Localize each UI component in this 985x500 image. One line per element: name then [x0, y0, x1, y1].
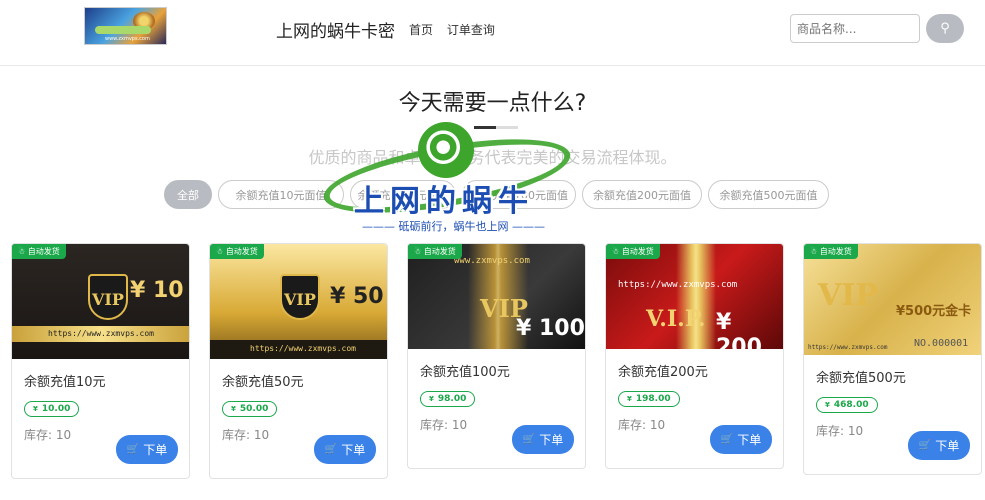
- card-face-value: ¥ 10: [130, 278, 184, 303]
- product-name[interactable]: 余额充值200元: [618, 361, 771, 380]
- cart-icon: 🛒: [720, 434, 734, 445]
- filter-chip-200[interactable]: 余额充值200元面值: [582, 180, 702, 209]
- brand-watermark: 上网的蜗牛 ——— 砥砺前行，蜗牛也上网 ———: [318, 118, 578, 236]
- product-image[interactable]: ☃ 自动发货 https://www.zxmvps.com V.I.P. ¥ 2…: [606, 244, 783, 349]
- order-button[interactable]: 🛒 下单: [116, 435, 178, 464]
- snail-body-icon: [95, 26, 151, 34]
- product-info: 余额充值200元 ¥198.00 库存: 10 🛒 下单: [606, 349, 783, 454]
- filter-chip-all[interactable]: 全部: [164, 180, 212, 209]
- card-vip-text: VIP: [818, 278, 878, 313]
- auto-delivery-badge: ☃ 自动发货: [804, 244, 858, 259]
- product-card[interactable]: ☃ 自动发货 www.zxmvps.com VIP ¥ 100 余额充值100元…: [407, 243, 586, 469]
- product-name[interactable]: 余额充值500元: [816, 367, 969, 386]
- filter-chip-500[interactable]: 余额充值500元面值: [708, 180, 829, 209]
- product-search-input[interactable]: [790, 14, 920, 43]
- price-badge: ¥10.00: [24, 401, 80, 417]
- price-badge: ¥50.00: [222, 401, 278, 417]
- card-vip-text: VIP: [284, 290, 316, 309]
- filter-chip-100[interactable]: 余额充值100元面值: [462, 180, 576, 209]
- product-image[interactable]: ☃ 自动发货 VIP ¥ 10 https://www.zxmvps.com: [12, 244, 189, 359]
- auto-delivery-badge: ☃ 自动发货: [210, 244, 264, 259]
- nav-home-link[interactable]: 首页: [409, 23, 433, 37]
- cart-icon: 🛒: [522, 434, 536, 445]
- order-button[interactable]: 🛒 下单: [710, 425, 772, 454]
- product-name[interactable]: 余额充值100元: [420, 361, 573, 380]
- card-face-value: ¥ 200: [716, 310, 762, 349]
- order-button[interactable]: 🛒 下单: [908, 431, 970, 460]
- auto-delivery-badge: ☃ 自动发货: [12, 244, 66, 259]
- order-button[interactable]: 🛒 下单: [314, 435, 376, 464]
- card-face-value: ¥500元金卡: [896, 304, 972, 319]
- product-info: 余额充值10元 ¥10.00 库存: 10 🛒 下单: [12, 359, 189, 464]
- filter-chip-10[interactable]: 余额充值10元面值: [218, 180, 344, 209]
- cart-icon: 🛒: [324, 444, 338, 455]
- hero-title: 今天需要一点什么?: [398, 91, 587, 116]
- card-url-text: www.zxmvps.com: [454, 256, 530, 266]
- cart-icon: 🛒: [126, 444, 140, 455]
- logo-url-text: www.zxmvps.com: [105, 36, 150, 42]
- product-name[interactable]: 余额充值10元: [24, 371, 177, 390]
- order-button[interactable]: 🛒 下单: [512, 425, 574, 454]
- price-badge: ¥198.00: [618, 391, 680, 407]
- filter-chip-50[interactable]: 余额充值50元面值: [350, 180, 456, 209]
- product-info: 余额充值100元 ¥98.00 库存: 10 🛒 下单: [408, 349, 585, 454]
- nav-order-query-link[interactable]: 订单查询: [447, 23, 495, 37]
- main-nav: 首页 订单查询: [409, 21, 505, 38]
- card-face-value: ¥ 100: [516, 316, 585, 341]
- watermark-slogan: ——— 砥砺前行，蜗牛也上网 ———: [362, 220, 545, 233]
- product-image[interactable]: ☃ 自动发货 VIP ¥500元金卡 https://www.zxmvps.co…: [804, 244, 981, 355]
- product-card[interactable]: ☃ 自动发货 https://www.zxmvps.com V.I.P. ¥ 2…: [605, 243, 784, 469]
- card-face-value: ¥ 50: [330, 284, 384, 309]
- product-card[interactable]: ☃ 自动发货 VIP ¥ 10 https://www.zxmvps.com 余…: [11, 243, 190, 479]
- product-image[interactable]: ☃ 自动发货 VIP ¥ 50 https://www.zxmvps.com: [210, 244, 387, 359]
- watermark-ring: [318, 124, 576, 228]
- card-url-text: https://www.zxmvps.com: [808, 344, 888, 351]
- cart-icon: 🛒: [918, 440, 932, 451]
- product-info: 余额充值50元 ¥50.00 库存: 10 🛒 下单: [210, 359, 387, 464]
- card-url-text: https://www.zxmvps.com: [48, 329, 154, 338]
- product-card[interactable]: ☃ 自动发货 VIP ¥ 50 https://www.zxmvps.com 余…: [209, 243, 388, 479]
- search-button[interactable]: ⚲: [926, 14, 964, 43]
- hero-subtitle: 优质的商品和卓越的服务代表完美的交易流程体现。: [308, 148, 677, 167]
- price-badge: ¥468.00: [816, 397, 878, 413]
- hero-divider: [474, 126, 518, 129]
- search-icon: ⚲: [940, 21, 950, 36]
- product-image[interactable]: ☃ 自动发货 www.zxmvps.com VIP ¥ 100: [408, 244, 585, 349]
- card-vip-text: VIP: [92, 290, 124, 309]
- product-name[interactable]: 余额充值50元: [222, 371, 375, 390]
- card-url-text: https://www.zxmvps.com: [250, 344, 356, 353]
- site-title[interactable]: 上网的蜗牛卡密: [276, 17, 395, 42]
- auto-delivery-badge: ☃ 自动发货: [606, 244, 660, 259]
- card-serial-number: NO.000001: [914, 338, 969, 349]
- card-url-text: https://www.zxmvps.com: [618, 280, 738, 290]
- product-info: 余额充值500元 ¥468.00 库存: 10 🛒 下单: [804, 355, 981, 460]
- card-gold-ribbon: [676, 244, 716, 349]
- card-vip-text: V.I.P.: [646, 306, 706, 332]
- site-logo[interactable]: www.zxmvps.com: [84, 7, 167, 45]
- price-badge: ¥98.00: [420, 391, 476, 407]
- product-card[interactable]: ☃ 自动发货 VIP ¥500元金卡 https://www.zxmvps.co…: [803, 243, 982, 475]
- top-nav-bar: www.zxmvps.com 上网的蜗牛卡密 首页 订单查询 ⚲: [0, 0, 985, 66]
- auto-delivery-badge: ☃ 自动发货: [408, 244, 462, 259]
